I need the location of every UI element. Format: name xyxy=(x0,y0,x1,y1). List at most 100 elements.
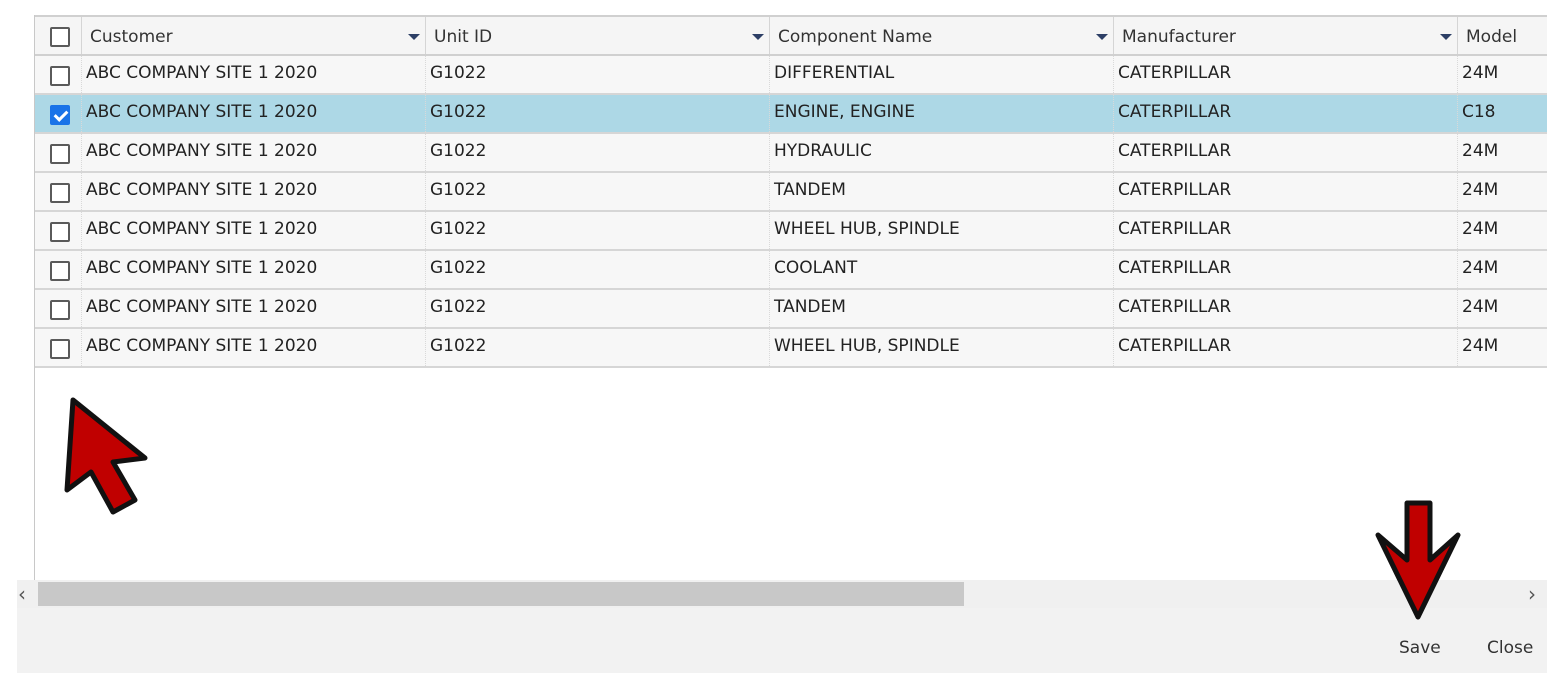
cell-text: 24M xyxy=(1462,336,1499,356)
row-checkbox[interactable] xyxy=(50,222,70,242)
cell-customer: ABC COMPANY SITE 1 2020 xyxy=(82,56,426,93)
cell-text: ABC COMPANY SITE 1 2020 xyxy=(86,180,318,200)
cell-unit-id: G1022 xyxy=(426,95,770,132)
sort-caret-icon[interactable] xyxy=(1440,34,1452,40)
sort-caret-icon[interactable] xyxy=(408,34,420,40)
cell-manufacturer: CATERPILLAR xyxy=(1114,290,1458,327)
cell-component-name: COOLANT xyxy=(770,251,1114,288)
cell-model: 24M xyxy=(1458,134,1547,171)
cell-manufacturer: CATERPILLAR xyxy=(1114,251,1458,288)
cell-text: 24M xyxy=(1462,219,1499,239)
cell-text: ABC COMPANY SITE 1 2020 xyxy=(86,336,318,356)
cell-text: G1022 xyxy=(430,336,487,356)
column-header-label: Unit ID xyxy=(434,27,493,47)
row-select-cell xyxy=(35,212,82,249)
row-checkbox[interactable] xyxy=(50,339,70,359)
table-row[interactable]: ABC COMPANY SITE 1 2020 G1022 COOLANT CATER… xyxy=(35,251,1547,290)
cell-text: ABC COMPANY SITE 1 2020 xyxy=(86,141,318,161)
cell-manufacturer: CATERPILLAR xyxy=(1114,56,1458,93)
cell-customer: ABC COMPANY SITE 1 2020 xyxy=(82,329,426,366)
horizontal-scrollbar[interactable]: ‹ › xyxy=(17,580,1547,608)
scrollbar-thumb[interactable] xyxy=(38,582,964,606)
row-checkbox[interactable] xyxy=(50,144,70,164)
sort-caret-icon[interactable] xyxy=(1096,34,1108,40)
table-row[interactable]: ABC COMPANY SITE 1 2020 G1022 TANDEM CATERP… xyxy=(35,173,1547,212)
cell-text: ABC COMPANY SITE 1 2020 xyxy=(86,63,318,83)
column-header-manufacturer[interactable]: Manufacturer xyxy=(1114,17,1458,54)
cell-component-name: WHEEL HUB, SPINDLE xyxy=(770,212,1114,249)
cell-unit-id: G1022 xyxy=(426,173,770,210)
cell-customer: ABC COMPANY SITE 1 2020 xyxy=(82,251,426,288)
chevron-right-icon[interactable]: › xyxy=(1528,582,1536,606)
cell-text: 24M xyxy=(1462,180,1499,200)
cell-component-name: HYDRAULIC xyxy=(770,134,1114,171)
data-grid: Customer Unit ID Component Name Manufact… xyxy=(35,15,1547,580)
table-row[interactable]: ABC COMPANY SITE 1 2020 G1022 DIFFERENTIAL… xyxy=(35,56,1547,95)
column-header-component-name[interactable]: Component Name xyxy=(770,17,1114,54)
cell-text: 24M xyxy=(1462,63,1499,83)
row-select-cell xyxy=(35,134,82,171)
cell-text: CATERPILLAR xyxy=(1118,63,1232,83)
cell-text: ABC COMPANY SITE 1 2020 xyxy=(86,102,318,122)
cell-text: G1022 xyxy=(430,180,487,200)
row-checkbox[interactable] xyxy=(50,105,70,125)
column-header-unit-id[interactable]: Unit ID xyxy=(426,17,770,54)
cell-text: DIFFERENTIAL xyxy=(774,63,895,83)
row-select-cell xyxy=(35,95,82,132)
cell-text: C18 xyxy=(1462,102,1496,122)
cell-text: HYDRAULIC xyxy=(774,141,872,161)
header-select-cell xyxy=(35,17,82,54)
column-header-label: Model xyxy=(1466,27,1518,47)
cell-text: WHEEL HUB, SPINDLE xyxy=(774,336,960,356)
cell-customer: ABC COMPANY SITE 1 2020 xyxy=(82,134,426,171)
cell-unit-id: G1022 xyxy=(426,290,770,327)
grid-header: Customer Unit ID Component Name Manufact… xyxy=(35,15,1547,56)
table-row[interactable]: ABC COMPANY SITE 1 2020 G1022 HYDRAULIC CAT… xyxy=(35,134,1547,173)
cell-customer: ABC COMPANY SITE 1 2020 xyxy=(82,173,426,210)
cell-text: TANDEM xyxy=(774,180,846,200)
table-row[interactable]: ABC COMPANY SITE 1 2020 G1022 ENGINE, ENGI… xyxy=(35,95,1547,134)
cell-manufacturer: CATERPILLAR xyxy=(1114,173,1458,210)
cell-text: WHEEL HUB, SPINDLE xyxy=(774,219,960,239)
cell-text: G1022 xyxy=(430,141,487,161)
chevron-left-icon[interactable]: ‹ xyxy=(18,582,26,606)
table-row[interactable]: ABC COMPANY SITE 1 2020 G1022 WHEEL HUB, S… xyxy=(35,329,1547,368)
row-select-cell xyxy=(35,329,82,366)
cell-component-name: WHEEL HUB, SPINDLE xyxy=(770,329,1114,366)
row-select-cell xyxy=(35,251,82,288)
cell-manufacturer: CATERPILLAR xyxy=(1114,329,1458,366)
row-checkbox[interactable] xyxy=(50,300,70,320)
cell-text: ABC COMPANY SITE 1 2020 xyxy=(86,297,318,317)
cell-text: G1022 xyxy=(430,219,487,239)
cell-manufacturer: CATERPILLAR xyxy=(1114,95,1458,132)
cell-unit-id: G1022 xyxy=(426,212,770,249)
cell-model: 24M xyxy=(1458,212,1547,249)
cell-unit-id: G1022 xyxy=(426,251,770,288)
row-checkbox[interactable] xyxy=(50,261,70,281)
dialog-footer: Save Close xyxy=(17,608,1547,673)
select-all-checkbox[interactable] xyxy=(50,27,70,47)
column-header-label: Component Name xyxy=(778,27,933,47)
table-row[interactable]: ABC COMPANY SITE 1 2020 G1022 WHEEL HUB, S… xyxy=(35,212,1547,251)
save-button[interactable]: Save xyxy=(1399,638,1441,658)
column-header-model[interactable]: Model xyxy=(1458,17,1547,54)
row-checkbox[interactable] xyxy=(50,183,70,203)
column-header-customer[interactable]: Customer xyxy=(82,17,426,54)
sort-caret-icon[interactable] xyxy=(752,34,764,40)
column-header-label: Manufacturer xyxy=(1122,27,1236,47)
cell-text: 24M xyxy=(1462,297,1499,317)
row-checkbox[interactable] xyxy=(50,66,70,86)
row-select-cell xyxy=(35,173,82,210)
cell-text: ABC COMPANY SITE 1 2020 xyxy=(86,219,318,239)
cell-model: 24M xyxy=(1458,173,1547,210)
column-header-label: Customer xyxy=(90,27,173,47)
cell-model: 24M xyxy=(1458,329,1547,366)
cell-model: 24M xyxy=(1458,251,1547,288)
cell-unit-id: G1022 xyxy=(426,329,770,366)
cell-text: G1022 xyxy=(430,63,487,83)
cell-customer: ABC COMPANY SITE 1 2020 xyxy=(82,290,426,327)
cell-text: 24M xyxy=(1462,141,1499,161)
table-row[interactable]: ABC COMPANY SITE 1 2020 G1022 TANDEM CATERP… xyxy=(35,290,1547,329)
close-button[interactable]: Close xyxy=(1487,638,1533,658)
cell-text: G1022 xyxy=(430,297,487,317)
